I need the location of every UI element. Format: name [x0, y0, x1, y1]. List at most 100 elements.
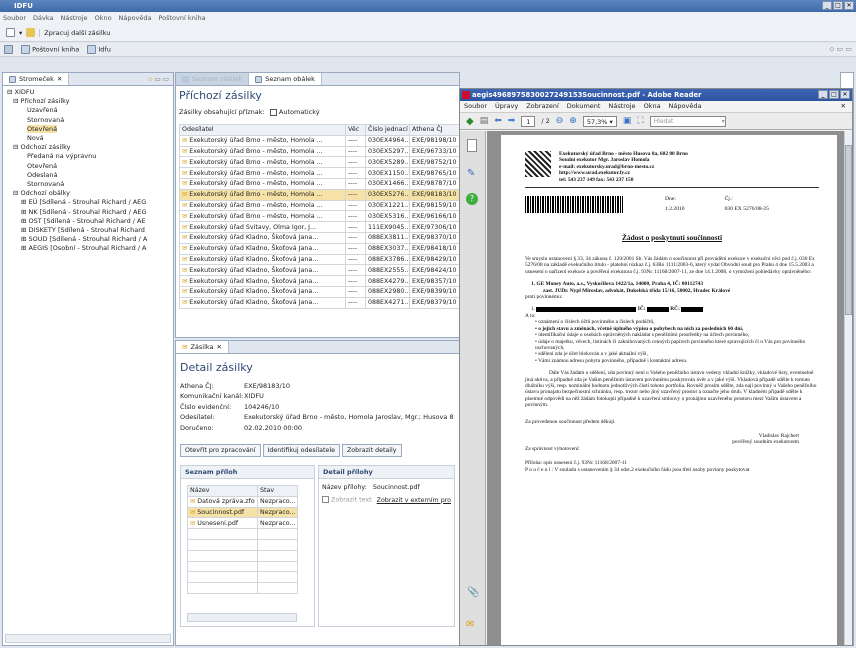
col-athena[interactable]: Athena ČJ	[409, 124, 462, 136]
table-row[interactable]: ✉ Exekutorský úřad Kladno, Škoťová Jana.…	[179, 285, 462, 298]
zoom-out-icon[interactable]: ⊖	[556, 116, 564, 126]
tree-node-stornovana-odchozi[interactable]: Stornovaná	[7, 180, 171, 189]
table-row[interactable]: ✉ Exekutorský úřad Svitavy, Olma Igor, J…	[179, 221, 462, 233]
table-row[interactable]: ✉ Exekutorský úřad Brno - město, Homola …	[179, 199, 462, 212]
tree-node-soud[interactable]: ⊞ SOUD [Sdílená - Strouhal Richard / A	[7, 235, 171, 244]
reader-doc-close-icon[interactable]: ✕	[841, 101, 846, 112]
minimize-button[interactable]: _	[822, 1, 832, 10]
tree-node-diskety[interactable]: ⊞ DISKETY [Sdílená - Strouhal Richard	[7, 226, 171, 235]
zpracuj-button[interactable]: Zpracuj další zásilku	[39, 28, 110, 37]
table-row[interactable]: ✉ Soucinnost.pdf Nezpraco...	[187, 506, 298, 519]
table-row[interactable]: ✉ Usneseni.pdf Nezpraco...	[187, 517, 298, 530]
attachments-clip-icon[interactable]: 📎	[467, 587, 479, 598]
table-row[interactable]: ✉ Exekutorský úřad Brno - město, Homola …	[179, 167, 462, 179]
table-row[interactable]: ✉ Exekutorský úřad Kladno, Škoťová Jana.…	[179, 264, 462, 277]
table-row[interactable]: ✉ Datová zpráva.zfo Nezpraco...	[187, 495, 298, 508]
perspective-controls[interactable]: ⬦ ▭ ▭	[829, 45, 852, 54]
menu-nastroje[interactable]: Nástroje	[60, 12, 87, 24]
reader-menu-okna[interactable]: Okna	[644, 101, 661, 112]
tab-seznam-zasilek[interactable]: Seznam zásilek	[176, 73, 250, 85]
tree-node-ost[interactable]: ⊞ OST [Sdílená - Strouhal Richard / AE	[7, 217, 171, 226]
table-row[interactable]: ✉ Exekutorský úřad Brno - město, Homola …	[179, 177, 462, 190]
zoom-select[interactable]: 57,3% ▾	[582, 115, 617, 127]
tab-zasilka[interactable]: ✉ Zásilka ✕	[176, 341, 229, 353]
table-row[interactable]: ✉ Exekutorský úřad Kladno, Škoťová Jana.…	[179, 253, 462, 266]
show-external-link[interactable]: Zobrazit v externím pro	[377, 497, 451, 504]
comments-icon[interactable]: ✉	[466, 619, 474, 630]
otevrit-button[interactable]: Otevřít pro zpracování	[180, 444, 261, 458]
attachments-scrollbar[interactable]	[187, 613, 297, 623]
menu-postovni-kniha[interactable]: Poštovní kniha	[158, 12, 205, 24]
menu-napoveda[interactable]: Nápověda	[119, 12, 152, 24]
maximize-button[interactable]: □	[833, 1, 843, 10]
menu-okno[interactable]: Okno	[95, 12, 112, 24]
reader-menu-zobrazeni[interactable]: Zobrazení	[526, 101, 559, 112]
automaticky-checkbox[interactable]	[269, 108, 277, 116]
table-row[interactable]: ✉ Exekutorský úřad Brno - město, Homola …	[179, 156, 462, 169]
close-tab-icon[interactable]: ✕	[217, 341, 222, 353]
table-row[interactable]: ✉ Exekutorský úřad Kladno, Škoťová Jana.…	[179, 275, 462, 287]
reader-menu-soubor[interactable]: Soubor	[464, 101, 487, 112]
col-vec[interactable]: Věc	[345, 124, 366, 136]
tree-node-nk[interactable]: ⊞ NK [Sdílená - Strouhal Richard / AEG	[7, 208, 171, 217]
new-icon[interactable]	[6, 28, 15, 37]
tab-seznam-obalek[interactable]: Seznam obálek	[249, 73, 322, 85]
perspective-postovni-kniha[interactable]: Poštovní kniha	[21, 45, 79, 54]
tree-node-otevrena-odchozi[interactable]: Otevřená	[7, 162, 171, 171]
pdf-vertical-scrollbar[interactable]	[844, 131, 852, 645]
page-number-input[interactable]: 1	[521, 115, 536, 127]
reader-search-input[interactable]: Hledat ▾	[649, 115, 726, 127]
reader-menu-upravy[interactable]: Úpravy	[495, 101, 518, 112]
print-icon[interactable]: ▤	[480, 116, 489, 126]
tree-node-odeslana[interactable]: Odeslaná	[7, 171, 171, 180]
table-row[interactable]: ✉ Exekutorský úřad Kladno, Škoťová Jana.…	[179, 296, 462, 309]
col-nazev[interactable]: Název	[187, 485, 258, 497]
col-odesilatel[interactable]: Odesílatel	[179, 124, 346, 136]
tree-node-predana[interactable]: Předaná na výpravnu	[7, 152, 171, 161]
zobrazit-detaily-button[interactable]: Zobrazit detaily	[341, 444, 402, 458]
tree-node-aegis[interactable]: ⊞ AEGIS [Osobní - Strouhal Richard / A	[7, 244, 171, 253]
table-row[interactable]: ✉ Exekutorský úřad Brno - město, Homola …	[179, 134, 462, 147]
prev-page-icon[interactable]: ⬅	[494, 116, 502, 126]
reader-restore-button[interactable]: □	[829, 90, 839, 99]
zoom-in-icon[interactable]: ⊕	[569, 116, 577, 126]
open-folder-icon[interactable]	[26, 28, 36, 37]
help-icon[interactable]: ?	[466, 193, 478, 205]
col-cislo-jednaci[interactable]: Číslo jednací	[365, 124, 410, 136]
reader-close-button[interactable]: ✕	[840, 90, 850, 99]
fit-page-icon[interactable]: ▣	[623, 116, 632, 126]
col-stav[interactable]: Stav	[257, 485, 298, 497]
signature-pen-icon[interactable]: ✎	[467, 168, 485, 179]
tree-horizontal-scrollbar[interactable]	[5, 634, 171, 643]
identifikuj-button[interactable]: Identifikuj odesílatele	[262, 444, 340, 458]
tab-stromecek[interactable]: Stromeček ✕	[3, 73, 70, 85]
table-row[interactable]: ✉ Exekutorský úřad Brno - město, Homola …	[179, 145, 462, 158]
tree-node-uzavrena[interactable]: Uzavřená	[7, 106, 171, 115]
tree-node-odchozi[interactable]: ⊟ Odchozí zásilky	[7, 143, 171, 152]
reader-menu-napoveda[interactable]: Nápověda	[669, 101, 702, 112]
tree-node-root[interactable]: ⊟ XIDFU	[7, 88, 171, 97]
reader-menu-nastroje[interactable]: Nástroje	[608, 101, 635, 112]
reader-tools-icon[interactable]: ◆	[466, 116, 474, 127]
table-row[interactable]: ✉ Exekutorský úřad Kladno, Škoťová Jana.…	[179, 242, 462, 255]
close-button[interactable]: ✕	[844, 1, 854, 10]
fit-width-icon[interactable]: ⛶	[637, 116, 643, 126]
table-row[interactable]: ✉ Exekutorský úřad Kladno, Škoťová Jana.…	[179, 231, 462, 244]
pages-icon[interactable]	[467, 139, 477, 152]
table-row[interactable]: ✉ Exekutorský úřad Brno - město, Homola …	[179, 210, 462, 223]
next-page-icon[interactable]: ➡	[508, 116, 516, 126]
menu-davka[interactable]: Dávka	[33, 12, 53, 24]
show-text-checkbox[interactable]	[322, 496, 330, 504]
reader-minimize-button[interactable]: _	[818, 90, 828, 99]
open-perspective-icon[interactable]	[4, 45, 13, 54]
panel-controls[interactable]: ⬦ ▭ ▭	[148, 73, 173, 85]
tree-node-otevrena[interactable]: Otevřená	[7, 124, 171, 134]
tree-node-prichozi[interactable]: ⊟ Příchozí zásilky	[7, 97, 171, 106]
perspective-idfu[interactable]: Idfu	[87, 45, 111, 54]
close-tab-icon[interactable]: ✕	[57, 73, 62, 85]
reader-menu-dokument[interactable]: Dokument	[567, 101, 601, 112]
tree-node-stornovana[interactable]: Stornovaná	[7, 116, 171, 125]
tree-node-eu[interactable]: ⊞ EÚ [Sdílená - Strouhal Richard / AEG	[7, 198, 171, 207]
table-row[interactable]: ✉ Exekutorský úřad Brno - město, Homola …	[179, 188, 462, 201]
dropdown-icon[interactable]: ▾	[19, 29, 22, 37]
